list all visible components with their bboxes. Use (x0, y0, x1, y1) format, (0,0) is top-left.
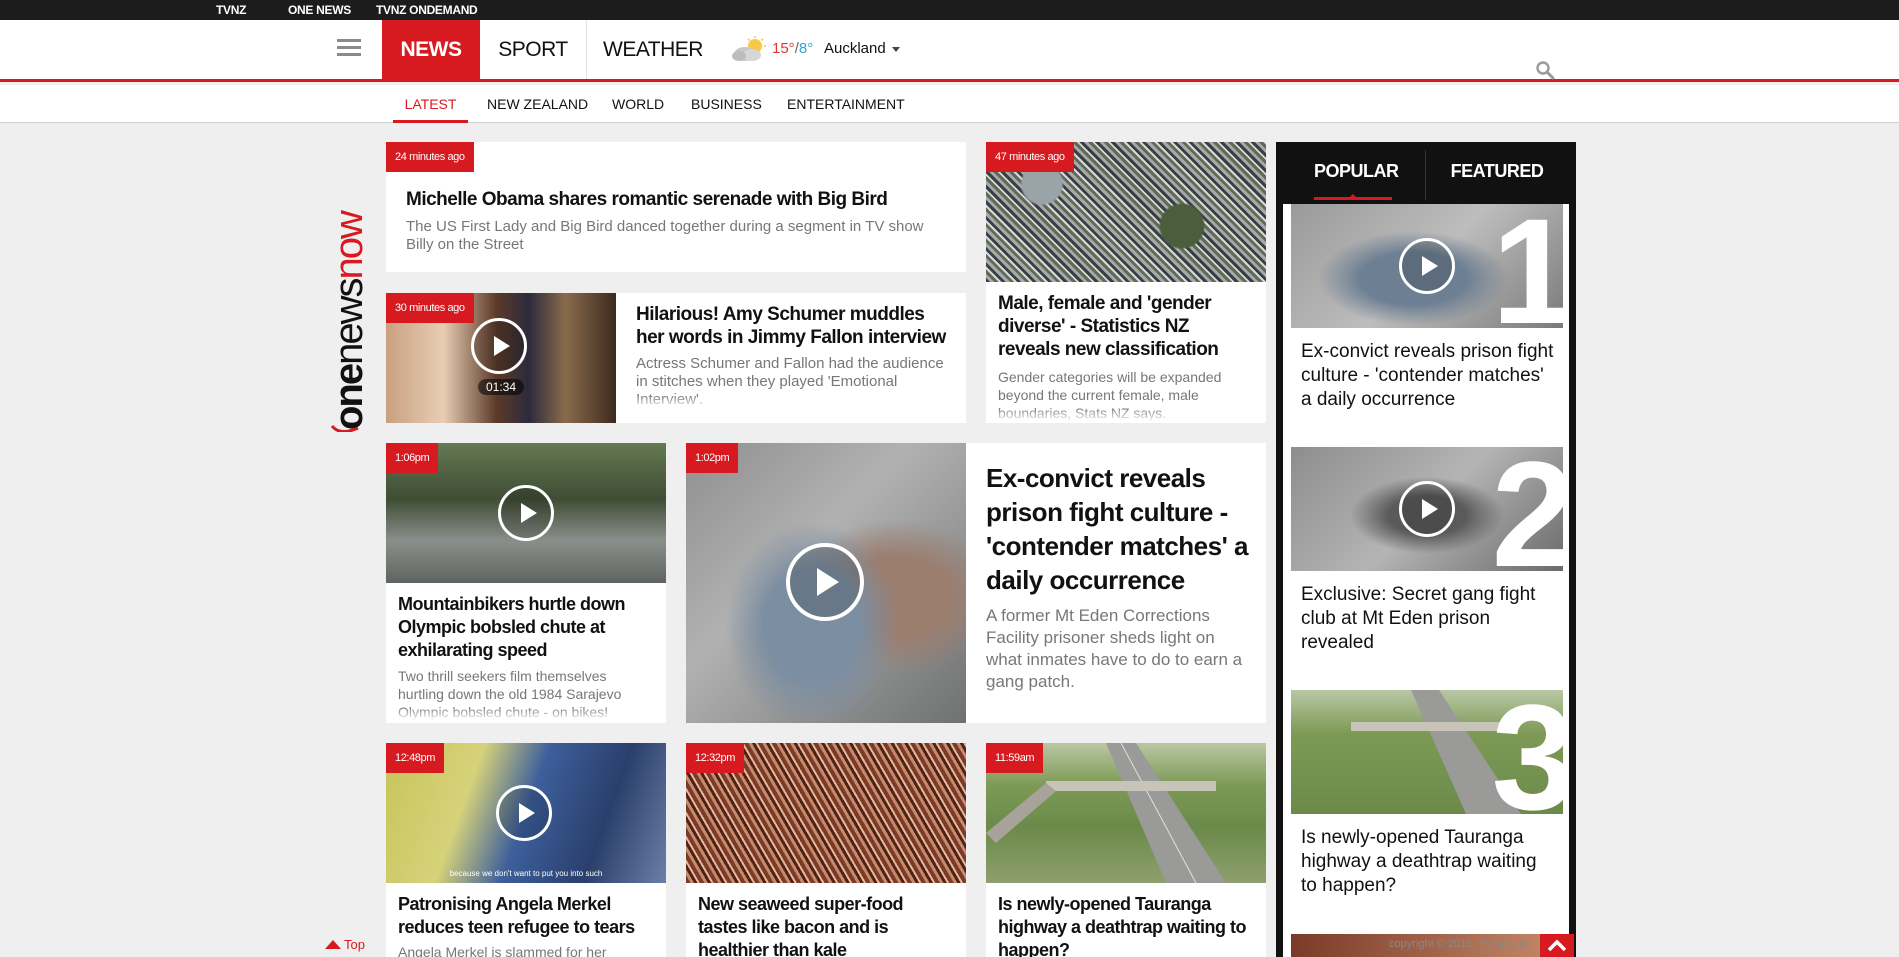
play-icon[interactable] (496, 785, 552, 841)
feature-article-card[interactable]: 1:02pm Ex-convict reveals prison fight c… (686, 443, 1266, 723)
play-icon[interactable] (1399, 238, 1455, 294)
main-nav: NEWS SPORT WEATHER 15°/8° Auckland (0, 20, 1899, 82)
article-card[interactable]: 24 minutes ago Michelle Obama shares rom… (386, 142, 966, 272)
subnav-world[interactable]: WORLD (612, 85, 664, 123)
video-thumbnail[interactable]: 12:48pm because we don't want to put you… (386, 743, 666, 883)
popular-thumbnail[interactable]: 2 (1291, 447, 1563, 571)
article-headline[interactable]: Hilarious! Amy Schumer muddles her words… (636, 303, 952, 349)
high-temp: 15° (772, 40, 795, 57)
back-to-top-button[interactable] (1540, 934, 1574, 957)
timestamp-badge: 11:59am (986, 743, 1044, 773)
tab-popular[interactable]: POPULAR (1314, 142, 1399, 200)
rank-number: 2 (1491, 447, 1563, 571)
timestamp-badge: 1:06pm (386, 443, 439, 473)
article-card[interactable]: 11:59am Is newly-opened Tauranga highway… (986, 743, 1266, 957)
article-excerpt: Angela Merkel is slammed for her (398, 944, 607, 957)
nav-tab-sport[interactable]: SPORT (480, 20, 587, 79)
svg-text:onenewsnow: onenewsnow (328, 210, 368, 430)
article-headline[interactable]: Patronising Angela Merkel reduces teen r… (398, 893, 654, 939)
article-card[interactable]: 1:06pm Mountainbikers hurtle down Olympi… (386, 443, 666, 723)
timestamp-badge: 12:32pm (686, 743, 745, 773)
video-thumbnail[interactable]: 1:06pm (386, 443, 666, 583)
popular-title[interactable]: Is newly-opened Tauranga highway a death… (1301, 826, 1557, 898)
popular-thumbnail[interactable]: 3 (1291, 690, 1563, 814)
article-headline[interactable]: Mountainbikers hurtle down Olympic bobsl… (398, 593, 654, 662)
chevron-up-icon (1547, 939, 1567, 952)
article-headline[interactable]: New seaweed super-food tastes like bacon… (698, 893, 954, 957)
article-excerpt: A former Mt Eden Corrections Facility pr… (986, 606, 1243, 691)
top-link[interactable]: Top (325, 937, 365, 952)
video-thumbnail[interactable]: 1:02pm (686, 443, 966, 723)
nav-tab-news[interactable]: NEWS (382, 20, 480, 79)
article-headline[interactable]: Is newly-opened Tauranga highway a death… (998, 893, 1254, 957)
chevron-down-icon[interactable] (892, 47, 900, 52)
article-headline[interactable]: Michelle Obama shares romantic serenade … (406, 188, 946, 212)
subnav-latest[interactable]: LATEST (393, 85, 468, 123)
article-card[interactable]: 47 minutes ago Male, female and 'gender … (986, 142, 1266, 423)
article-image[interactable]: 11:59am (986, 743, 1266, 883)
rank-number: 3 (1491, 690, 1563, 814)
menu-icon[interactable] (337, 39, 361, 57)
search-icon[interactable] (1535, 60, 1555, 80)
subnav-new-zealand[interactable]: NEW ZEALAND (487, 85, 588, 123)
tab-divider (1425, 150, 1426, 200)
article-card[interactable]: 12:32pm New seaweed super-food tastes li… (686, 743, 966, 957)
video-duration: 01:34 (478, 379, 525, 395)
sub-nav: LATEST NEW ZEALAND WORLD BUSINESS ENTERT… (0, 85, 1899, 123)
temperature-readout: 15°/8° (772, 40, 813, 57)
rank-number: 1 (1491, 204, 1563, 328)
timestamp-badge: 24 minutes ago (386, 142, 474, 172)
play-icon[interactable] (786, 543, 864, 621)
article-headline[interactable]: Male, female and 'gender diverse' - Stat… (998, 292, 1254, 361)
weather-city[interactable]: Auckland (824, 40, 886, 57)
top-link-label: Top (344, 937, 365, 952)
popular-title[interactable]: Exclusive: Secret gang fight club at Mt … (1301, 583, 1557, 655)
article-excerpt: Two thrill seekers film themselves hurtl… (398, 667, 654, 721)
tvnz-ondemand-link[interactable]: TVNZ ONDEMAND (376, 3, 478, 17)
article-card[interactable]: 12:48pm because we don't want to put you… (386, 743, 666, 957)
timestamp-badge: 30 minutes ago (386, 293, 474, 323)
play-icon[interactable] (1399, 481, 1455, 537)
play-icon[interactable] (471, 318, 527, 374)
popular-thumbnail[interactable]: 1 (1291, 204, 1563, 328)
video-caption: because we don't want to put you into su… (449, 869, 603, 878)
low-temp: 8° (798, 40, 814, 57)
timestamp-badge: 12:48pm (386, 743, 445, 773)
play-icon[interactable] (498, 485, 554, 541)
popular-list: 1 Ex-convict reveals prison fight cultur… (1283, 204, 1569, 957)
partly-cloudy-icon (732, 36, 766, 61)
article-headline[interactable]: Ex-convict reveals prison fight culture … (986, 461, 1254, 597)
timestamp-badge: 1:02pm (686, 443, 739, 473)
article-excerpt: Actress Schumer and Fallon had the audie… (636, 355, 952, 409)
popular-title[interactable]: Ex-convict reveals prison fight culture … (1301, 340, 1557, 412)
one-news-link[interactable]: ONE NEWS (288, 3, 351, 17)
nav-tab-weather[interactable]: WEATHER (587, 20, 719, 79)
article-image[interactable]: 12:32pm (686, 743, 966, 883)
article-card[interactable]: 30 minutes ago 01:34 Hilarious! Amy Schu… (386, 293, 966, 423)
article-image[interactable]: 47 minutes ago (986, 142, 1266, 282)
article-excerpt: Gender categories will be expanded beyon… (998, 368, 1254, 422)
video-thumbnail[interactable]: 30 minutes ago 01:34 (386, 293, 616, 423)
sidebar: POPULAR FEATURED 1 Ex-convict reveals pr… (1276, 142, 1576, 957)
copyright-text: copyright © 2015, TVNZ Ltd (1389, 938, 1526, 950)
timestamp-badge: 47 minutes ago (986, 142, 1074, 172)
arrow-up-icon (325, 940, 341, 949)
article-excerpt: The US First Lady and Big Bird danced to… (406, 218, 924, 253)
subnav-entertainment[interactable]: ENTERTAINMENT (787, 85, 905, 123)
top-strip: TVNZ ONE NEWS TVNZ ONDEMAND (0, 0, 1899, 20)
tab-featured[interactable]: FEATURED (1442, 142, 1552, 200)
onenewsnow-logo: onenewsnow (328, 210, 368, 432)
subnav-business[interactable]: BUSINESS (691, 85, 762, 123)
tvnz-link[interactable]: TVNZ (216, 3, 246, 17)
